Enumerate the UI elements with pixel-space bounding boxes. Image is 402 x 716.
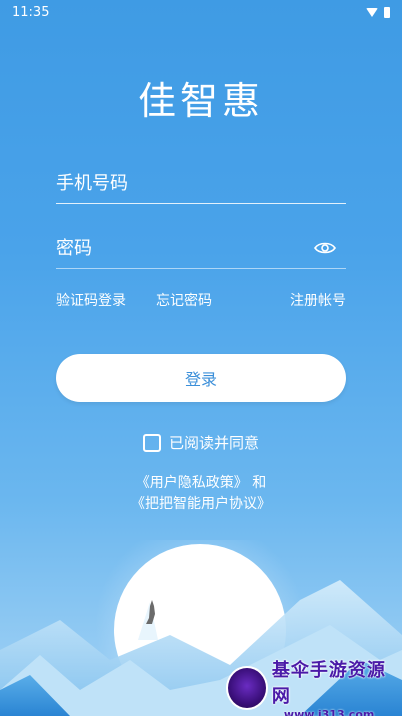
register-link[interactable]: 注册帐号 <box>290 290 346 310</box>
watermark-text: 基伞手游资源网 www.j313.com <box>272 656 398 716</box>
phone-field[interactable] <box>56 164 346 204</box>
login-button[interactable]: 登录 <box>56 354 346 402</box>
policy-links: 《用户隐私政策》 和 《把把智能用户协议》 <box>0 473 402 515</box>
watermark: 基伞手游资源网 www.j313.com <box>226 660 398 716</box>
user-agreement-link[interactable]: 《把把智能用户协议》 <box>0 494 402 515</box>
phone-input[interactable] <box>56 173 346 194</box>
status-bar: 11:35 <box>0 0 402 24</box>
status-icons <box>366 6 390 18</box>
battery-icon <box>384 6 390 18</box>
status-time: 11:35 <box>12 4 50 20</box>
wifi-icon <box>366 7 378 17</box>
agreement-row: 已阅读并同意 <box>0 432 402 453</box>
agreement-label[interactable]: 已阅读并同意 <box>169 432 259 453</box>
sms-login-link[interactable]: 验证码登录 <box>56 290 126 310</box>
watermark-url: www.j313.com <box>283 707 375 716</box>
eye-icon[interactable] <box>314 241 336 255</box>
forgot-password-link[interactable]: 忘记密码 <box>156 290 212 310</box>
watermark-title: 基伞手游资源网 <box>271 659 386 707</box>
watermark-logo-icon <box>226 666 268 710</box>
privacy-policy-link[interactable]: 《用户隐私政策》 和 <box>0 473 402 494</box>
auth-links: 验证码登录 忘记密码 注册帐号 <box>56 290 346 310</box>
agreement-checkbox[interactable] <box>142 433 161 452</box>
app-title: 佳智惠 <box>137 79 264 123</box>
password-input[interactable] <box>56 238 346 259</box>
password-field[interactable] <box>56 229 346 269</box>
